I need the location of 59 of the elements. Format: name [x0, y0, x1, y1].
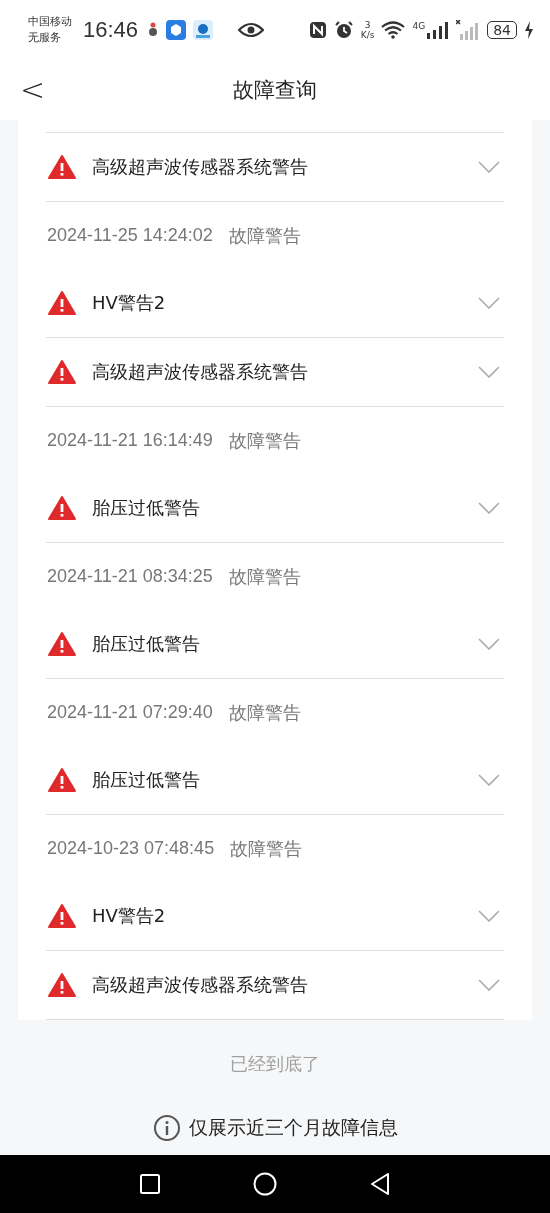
fault-time: 2024-11-21 08:34:25: [47, 566, 213, 587]
signal-icon: [425, 21, 450, 39]
alarm-icon: [333, 20, 354, 40]
notice-text: 仅展示近三个月故障信息: [188, 1115, 398, 1140]
fault-title: 胎压过低警告: [92, 496, 201, 520]
fault-item[interactable]: 胎压过低警告: [46, 746, 504, 815]
fault-time: 2024-11-21 07:29:40: [47, 702, 213, 723]
fault-type: 故障警告: [230, 836, 303, 861]
clock-time: 16:46: [83, 17, 139, 43]
warning-icon: [48, 904, 76, 928]
speed-unit: K/s: [360, 30, 375, 40]
eye-icon: [238, 22, 265, 38]
fault-item[interactable]: HV警告2: [46, 882, 504, 951]
fault-title: HV警告2: [92, 904, 167, 928]
notification-icon: [147, 21, 160, 39]
fault-title: 胎压过低警告: [92, 632, 201, 656]
fault-type: 故障警告: [228, 564, 301, 589]
fault-type: 故障警告: [228, 223, 301, 248]
fault-item[interactable]: 高级超声波传感器系统警告: [46, 133, 504, 202]
fault-title: HV警告2: [92, 291, 167, 315]
fault-item[interactable]: 高级超声波传感器系统警告: [46, 951, 504, 1020]
fault-time: 2024-10-23 07:48:45: [47, 838, 215, 859]
network-type: 4G: [412, 21, 426, 31]
fault-item[interactable]: 胎压过低警告: [46, 474, 504, 543]
app-notification-icon: [166, 20, 187, 40]
fault-item[interactable]: 高级超声波传感器系统警告: [46, 338, 504, 407]
speed-value: 3: [364, 20, 371, 30]
info-icon: [152, 1114, 181, 1142]
warning-icon: [48, 632, 76, 656]
app-notification-icon: [193, 20, 214, 40]
warning-icon: [48, 768, 76, 792]
page-title: 故障查询: [233, 77, 317, 104]
recent-apps-icon[interactable]: [139, 1173, 161, 1195]
service-status: 无服务: [28, 30, 62, 46]
warning-icon: [48, 973, 76, 997]
warning-icon: [48, 496, 76, 520]
fault-title: 高级超声波传感器系统警告: [92, 973, 309, 997]
warning-icon: [48, 360, 76, 384]
nfc-icon: [308, 21, 327, 39]
no-signal-icon: [456, 20, 481, 40]
warning-icon: [48, 291, 76, 315]
wifi-icon: [381, 21, 406, 39]
home-icon[interactable]: [253, 1172, 277, 1196]
battery-level: 84: [487, 21, 517, 39]
warning-icon: [48, 155, 76, 179]
fault-item[interactable]: HV警告2: [46, 269, 504, 338]
fault-title: 高级超声波传感器系统警告: [92, 360, 309, 384]
back-button[interactable]: <: [14, 72, 52, 107]
fault-type: 故障警告: [228, 428, 301, 453]
end-of-list-text: 已经到底了: [229, 1052, 321, 1076]
fault-title: 胎压过低警告: [92, 768, 201, 792]
fault-title: 高级超声波传感器系统警告: [92, 155, 309, 179]
back-icon[interactable]: [369, 1172, 391, 1196]
carrier-name: 中国移动: [28, 14, 72, 30]
fault-type: 故障警告: [228, 700, 301, 725]
fault-time: 2024-11-21 16:14:49: [47, 430, 213, 451]
fault-time: 2024-11-25 14:24:02: [47, 225, 213, 246]
fault-item[interactable]: 胎压过低警告: [46, 610, 504, 679]
charging-icon: [524, 21, 534, 39]
